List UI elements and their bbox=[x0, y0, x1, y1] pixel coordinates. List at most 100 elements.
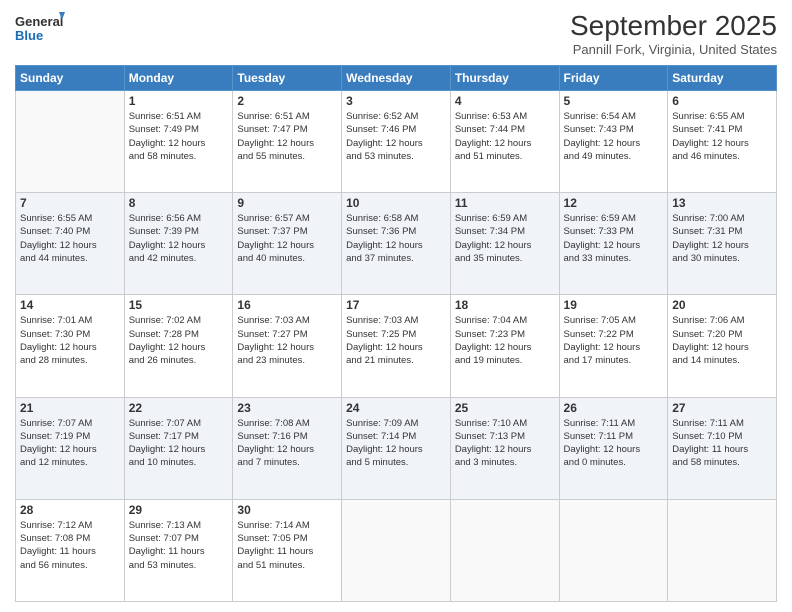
day-info: Sunrise: 6:54 AMSunset: 7:43 PMDaylight:… bbox=[564, 110, 664, 163]
day-number: 6 bbox=[672, 94, 772, 108]
day-number: 7 bbox=[20, 196, 120, 210]
calendar-cell: 6 Sunrise: 6:55 AMSunset: 7:41 PMDaylight… bbox=[668, 91, 777, 193]
day-info: Sunrise: 7:05 AMSunset: 7:22 PMDaylight:… bbox=[564, 314, 664, 367]
day-number: 14 bbox=[20, 298, 120, 312]
day-number: 1 bbox=[129, 94, 229, 108]
location: Pannill Fork, Virginia, United States bbox=[570, 42, 777, 57]
calendar-cell bbox=[559, 499, 668, 601]
day-number: 21 bbox=[20, 401, 120, 415]
calendar-cell: 20 Sunrise: 7:06 AMSunset: 7:20 PMDayligh… bbox=[668, 295, 777, 397]
day-number: 20 bbox=[672, 298, 772, 312]
calendar-cell: 23 Sunrise: 7:08 AMSunset: 7:16 PMDayligh… bbox=[233, 397, 342, 499]
day-number: 11 bbox=[455, 196, 555, 210]
calendar-cell: 17Sunrise: 7:03 AMSunset: 7:25 PMDayligh… bbox=[342, 295, 451, 397]
day-info: Sunrise: 7:10 AMSunset: 7:13 PMDaylight:… bbox=[455, 417, 555, 470]
calendar-cell: 29Sunrise: 7:13 AMSunset: 7:07 PMDayligh… bbox=[124, 499, 233, 601]
weekday-header: Saturday bbox=[668, 66, 777, 91]
calendar-cell: 13 Sunrise: 7:00 AMSunset: 7:31 PMDayligh… bbox=[668, 193, 777, 295]
day-info: Sunrise: 6:55 AMSunset: 7:40 PMDaylight:… bbox=[20, 212, 120, 265]
calendar-cell: 18 Sunrise: 7:04 AMSunset: 7:23 PMDayligh… bbox=[450, 295, 559, 397]
weekday-header: Tuesday bbox=[233, 66, 342, 91]
day-info: Sunrise: 6:56 AMSunset: 7:39 PMDaylight:… bbox=[129, 212, 229, 265]
day-info: Sunrise: 7:06 AMSunset: 7:20 PMDaylight:… bbox=[672, 314, 772, 367]
day-info: Sunrise: 7:14 AMSunset: 7:05 PMDaylight:… bbox=[237, 519, 337, 572]
day-info: Sunrise: 7:09 AMSunset: 7:14 PMDaylight:… bbox=[346, 417, 446, 470]
day-number: 27 bbox=[672, 401, 772, 415]
day-number: 12 bbox=[564, 196, 664, 210]
day-number: 26 bbox=[564, 401, 664, 415]
day-number: 23 bbox=[237, 401, 337, 415]
calendar-cell: 30 Sunrise: 7:14 AMSunset: 7:05 PMDayligh… bbox=[233, 499, 342, 601]
day-number: 15 bbox=[129, 298, 229, 312]
calendar-cell: 8 Sunrise: 6:56 AMSunset: 7:39 PMDaylight… bbox=[124, 193, 233, 295]
day-number: 8 bbox=[129, 196, 229, 210]
day-info: Sunrise: 7:07 AMSunset: 7:17 PMDaylight:… bbox=[129, 417, 229, 470]
calendar-header-row: SundayMondayTuesdayWednesdayThursdayFrid… bbox=[16, 66, 777, 91]
day-info: Sunrise: 7:04 AMSunset: 7:23 PMDaylight:… bbox=[455, 314, 555, 367]
day-info: Sunrise: 6:59 AMSunset: 7:34 PMDaylight:… bbox=[455, 212, 555, 265]
day-number: 22 bbox=[129, 401, 229, 415]
calendar-row: 1 Sunrise: 6:51 AMSunset: 7:49 PMDaylight… bbox=[16, 91, 777, 193]
calendar-cell: 19 Sunrise: 7:05 AMSunset: 7:22 PMDayligh… bbox=[559, 295, 668, 397]
calendar-cell: 24 Sunrise: 7:09 AMSunset: 7:14 PMDayligh… bbox=[342, 397, 451, 499]
header: General Blue September 2025 Pannill Fork… bbox=[15, 10, 777, 57]
day-number: 5 bbox=[564, 94, 664, 108]
calendar-cell: 27 Sunrise: 7:11 AMSunset: 7:10 PMDayligh… bbox=[668, 397, 777, 499]
calendar-cell: 28Sunrise: 7:12 AMSunset: 7:08 PMDayligh… bbox=[16, 499, 125, 601]
calendar-cell: 7 Sunrise: 6:55 AMSunset: 7:40 PMDaylight… bbox=[16, 193, 125, 295]
day-number: 13 bbox=[672, 196, 772, 210]
day-number: 18 bbox=[455, 298, 555, 312]
svg-text:Blue: Blue bbox=[15, 28, 43, 43]
logo-svg: General Blue bbox=[15, 10, 65, 46]
weekday-header: Friday bbox=[559, 66, 668, 91]
calendar-row: 7 Sunrise: 6:55 AMSunset: 7:40 PMDaylight… bbox=[16, 193, 777, 295]
calendar-row: 28Sunrise: 7:12 AMSunset: 7:08 PMDayligh… bbox=[16, 499, 777, 601]
day-info: Sunrise: 7:01 AMSunset: 7:30 PMDaylight:… bbox=[20, 314, 120, 367]
day-info: Sunrise: 7:07 AMSunset: 7:19 PMDaylight:… bbox=[20, 417, 120, 470]
day-info: Sunrise: 7:11 AMSunset: 7:11 PMDaylight:… bbox=[564, 417, 664, 470]
day-number: 24 bbox=[346, 401, 446, 415]
svg-text:General: General bbox=[15, 14, 63, 29]
page: General Blue September 2025 Pannill Fork… bbox=[0, 0, 792, 612]
calendar-cell: 2 Sunrise: 6:51 AMSunset: 7:47 PMDaylight… bbox=[233, 91, 342, 193]
calendar-cell: 1 Sunrise: 6:51 AMSunset: 7:49 PMDaylight… bbox=[124, 91, 233, 193]
day-info: Sunrise: 6:53 AMSunset: 7:44 PMDaylight:… bbox=[455, 110, 555, 163]
day-info: Sunrise: 7:02 AMSunset: 7:28 PMDaylight:… bbox=[129, 314, 229, 367]
calendar-cell: 14 Sunrise: 7:01 AMSunset: 7:30 PMDayligh… bbox=[16, 295, 125, 397]
calendar-cell: 15 Sunrise: 7:02 AMSunset: 7:28 PMDayligh… bbox=[124, 295, 233, 397]
calendar-cell bbox=[342, 499, 451, 601]
day-info: Sunrise: 7:03 AMSunset: 7:25 PMDaylight:… bbox=[346, 314, 446, 367]
calendar-cell: 21 Sunrise: 7:07 AMSunset: 7:19 PMDayligh… bbox=[16, 397, 125, 499]
calendar-cell: 10Sunrise: 6:58 AMSunset: 7:36 PMDayligh… bbox=[342, 193, 451, 295]
weekday-header: Wednesday bbox=[342, 66, 451, 91]
day-info: Sunrise: 6:51 AMSunset: 7:49 PMDaylight:… bbox=[129, 110, 229, 163]
day-number: 10 bbox=[346, 196, 446, 210]
calendar-cell: 22 Sunrise: 7:07 AMSunset: 7:17 PMDayligh… bbox=[124, 397, 233, 499]
calendar-cell: 3 Sunrise: 6:52 AMSunset: 7:46 PMDaylight… bbox=[342, 91, 451, 193]
day-number: 4 bbox=[455, 94, 555, 108]
calendar-cell: 25Sunrise: 7:10 AMSunset: 7:13 PMDayligh… bbox=[450, 397, 559, 499]
calendar-cell: 4 Sunrise: 6:53 AMSunset: 7:44 PMDaylight… bbox=[450, 91, 559, 193]
day-info: Sunrise: 6:51 AMSunset: 7:47 PMDaylight:… bbox=[237, 110, 337, 163]
day-number: 19 bbox=[564, 298, 664, 312]
day-number: 30 bbox=[237, 503, 337, 517]
day-info: Sunrise: 6:55 AMSunset: 7:41 PMDaylight:… bbox=[672, 110, 772, 163]
day-info: Sunrise: 6:52 AMSunset: 7:46 PMDaylight:… bbox=[346, 110, 446, 163]
day-number: 3 bbox=[346, 94, 446, 108]
day-number: 2 bbox=[237, 94, 337, 108]
day-number: 9 bbox=[237, 196, 337, 210]
day-number: 28 bbox=[20, 503, 120, 517]
day-info: Sunrise: 7:11 AMSunset: 7:10 PMDaylight:… bbox=[672, 417, 772, 470]
calendar-row: 21 Sunrise: 7:07 AMSunset: 7:19 PMDayligh… bbox=[16, 397, 777, 499]
weekday-header: Sunday bbox=[16, 66, 125, 91]
calendar-cell bbox=[450, 499, 559, 601]
calendar-table: SundayMondayTuesdayWednesdayThursdayFrid… bbox=[15, 65, 777, 602]
calendar-row: 14 Sunrise: 7:01 AMSunset: 7:30 PMDayligh… bbox=[16, 295, 777, 397]
title-block: September 2025 Pannill Fork, Virginia, U… bbox=[570, 10, 777, 57]
day-info: Sunrise: 7:08 AMSunset: 7:16 PMDaylight:… bbox=[237, 417, 337, 470]
weekday-header: Monday bbox=[124, 66, 233, 91]
calendar-cell bbox=[16, 91, 125, 193]
calendar-cell: 9Sunrise: 6:57 AMSunset: 7:37 PMDaylight… bbox=[233, 193, 342, 295]
calendar-cell bbox=[668, 499, 777, 601]
day-info: Sunrise: 7:00 AMSunset: 7:31 PMDaylight:… bbox=[672, 212, 772, 265]
